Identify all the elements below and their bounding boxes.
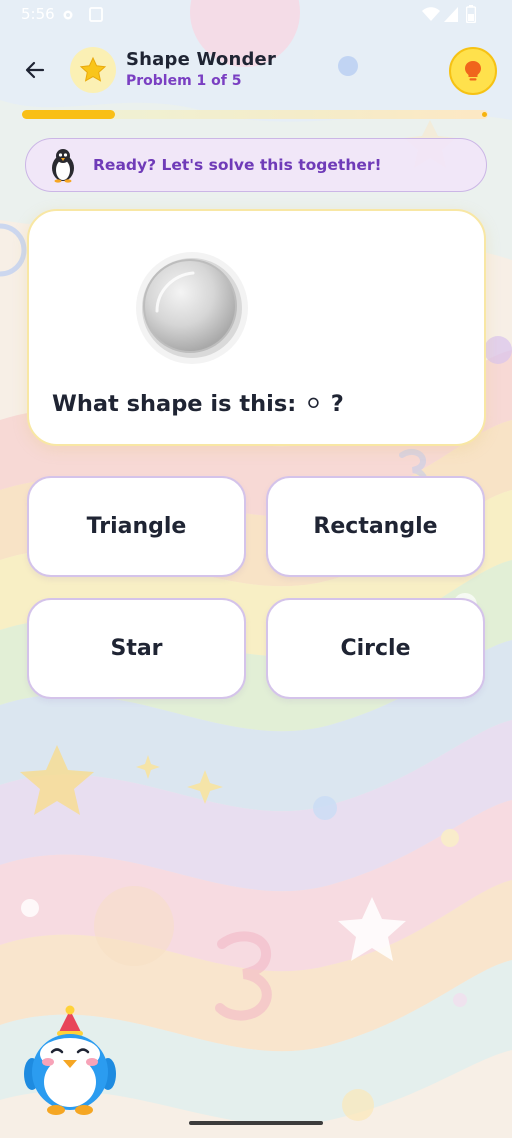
answer-option-triangle[interactable]: Triangle (27, 476, 246, 577)
question-card: What shape is this: ⚪ ? (27, 209, 486, 446)
penguin-icon (52, 149, 74, 183)
question-text: What shape is this: ⚪ ? (52, 391, 344, 417)
topic-badge (70, 47, 116, 93)
page-title: Shape Wonder (126, 49, 277, 70)
encouragement-text: Ready? Let's solve this together! (93, 156, 382, 174)
battery-icon (466, 5, 476, 23)
encouragement-banner: Ready? Let's solve this together! (25, 138, 487, 192)
clipboard-icon (89, 7, 103, 22)
party-penguin-icon[interactable] (22, 1004, 118, 1118)
lightbulb-icon (465, 61, 481, 81)
answer-option-rectangle[interactable]: Rectangle (266, 476, 485, 577)
progress-end-dot (482, 112, 487, 117)
progress-fill (22, 110, 116, 119)
problem-counter: Problem 1 of 5 (126, 73, 242, 89)
gray-circle-icon (136, 252, 248, 364)
star-icon (79, 56, 107, 82)
hint-button[interactable] (449, 47, 497, 95)
answer-option-star[interactable]: Star (27, 598, 246, 699)
status-bar: 5:56 (0, 0, 512, 30)
signal-icon (444, 7, 458, 22)
arrow-left-icon (25, 61, 45, 79)
status-time: 5:56 (21, 5, 55, 23)
home-indicator[interactable] (189, 1121, 323, 1125)
progress-bar (22, 110, 488, 119)
answer-option-circle[interactable]: Circle (266, 598, 485, 699)
back-button[interactable] (14, 50, 56, 90)
settings-gear-icon (63, 10, 73, 20)
wifi-icon (422, 7, 440, 21)
